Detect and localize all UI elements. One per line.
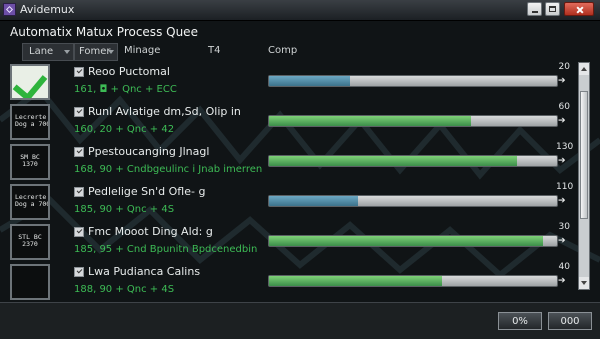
- progress-fill: [269, 276, 442, 286]
- job-percent: 40: [558, 262, 570, 272]
- job-thumbnail: STL BC 2370: [10, 224, 50, 260]
- expand-arrow-icon[interactable]: ➔: [558, 236, 566, 246]
- job-percent: 110: [556, 182, 574, 192]
- zero-button[interactable]: 000: [548, 312, 592, 330]
- job-row[interactable]: SM BC 1370 Ppestoucanging Jlnagl 168, 90 +…: [6, 142, 574, 184]
- job-title: Runl Avlatige dm,Sd, Olip in: [88, 105, 241, 118]
- job-meta: 188, 90 + Qnc + 4S: [74, 284, 175, 295]
- column-header-minage[interactable]: Minage: [124, 43, 160, 59]
- job-checkbox[interactable]: [74, 107, 84, 117]
- column-header-lane[interactable]: Lane: [22, 43, 74, 61]
- job-meta: 161, ◘ + Qnc + ECC: [74, 84, 177, 95]
- progress-bar: [268, 115, 558, 127]
- expand-arrow-icon[interactable]: ➔: [558, 76, 566, 86]
- job-meta: 185, 90 + Qnc + 4S: [74, 204, 175, 215]
- progress-bar: [268, 235, 558, 247]
- expand-arrow-icon[interactable]: ➔: [558, 156, 566, 166]
- expand-arrow-icon[interactable]: ➔: [558, 276, 566, 286]
- job-meta: 185, 95 + Cnd Bpunitn Bpdcenedbin: [74, 244, 258, 255]
- job-row[interactable]: Lwa Pudianca Calins 188, 90 + Qnc + 4S 40 ➔: [6, 262, 572, 304]
- expand-arrow-icon[interactable]: ➔: [558, 116, 566, 126]
- job-checkbox[interactable]: [74, 267, 84, 277]
- window-title: Avidemux: [20, 3, 75, 16]
- progress-bar: [268, 275, 558, 287]
- progress-fill: [269, 156, 517, 166]
- progress-fill: [269, 236, 543, 246]
- column-label-lane: Lane: [29, 46, 54, 57]
- thumbnail-text: STL BC 2370: [18, 233, 42, 248]
- job-percent: 30: [558, 222, 570, 232]
- job-title: Lwa Pudianca Calins: [88, 265, 201, 278]
- column-header-fomer[interactable]: Fomer: [74, 43, 118, 61]
- progress-bar: [268, 155, 558, 167]
- job-percent: 20: [558, 62, 570, 72]
- job-thumbnail: Lecrerte Dog a 700: [10, 184, 50, 220]
- percent-button[interactable]: 0%: [498, 312, 542, 330]
- scroll-down-icon[interactable]: [579, 277, 589, 289]
- job-meta: 160, 20 + Qnc + 42: [74, 124, 175, 135]
- job-row[interactable]: Lecrerte Dog a 700 Runl Avlatige dm,Sd, O…: [6, 102, 572, 144]
- scroll-up-icon[interactable]: [579, 63, 589, 75]
- job-percent: 130: [556, 142, 574, 152]
- chevron-down-icon: [108, 50, 114, 54]
- job-row[interactable]: Reoo Puctomal 161, ◘ + Qnc + ECC 20 ➔: [6, 62, 572, 104]
- column-header-comp[interactable]: Comp: [268, 43, 297, 59]
- vertical-scrollbar[interactable]: [578, 62, 590, 290]
- title-bar: Avidemux: [0, 0, 600, 21]
- job-checkbox[interactable]: [74, 67, 84, 77]
- job-checkbox[interactable]: [74, 147, 84, 157]
- maximize-button[interactable]: [545, 2, 560, 16]
- job-row[interactable]: STL BC 2370 Fmc Mooot Ding Ald: g 185, 95 …: [6, 222, 572, 264]
- progress-bar: [268, 75, 558, 87]
- minimize-button[interactable]: [527, 2, 542, 16]
- job-title: Fmc Mooot Ding Ald: g: [88, 225, 213, 238]
- job-title: Reoo Puctomal: [88, 65, 170, 78]
- app-logo-icon: [3, 3, 16, 16]
- job-thumbnail: SM BC 1370: [10, 144, 50, 180]
- job-title: Pedlelige Sn'd Ofle- g: [88, 185, 206, 198]
- page-title: Automatix Matux Process Quee: [10, 25, 198, 39]
- job-percent: 60: [558, 102, 570, 112]
- job-checkbox[interactable]: [74, 227, 84, 237]
- expand-arrow-icon[interactable]: ➔: [558, 196, 566, 206]
- column-header-t4[interactable]: T4: [208, 43, 220, 59]
- job-checkbox[interactable]: [74, 187, 84, 197]
- checkmark-icon: [12, 66, 48, 98]
- progress-fill: [269, 76, 350, 86]
- chevron-down-icon: [64, 50, 70, 54]
- job-thumbnail: [10, 64, 50, 100]
- progress-fill: [269, 116, 471, 126]
- progress-bar: [268, 195, 558, 207]
- column-label-fomer: Fomer: [79, 46, 111, 57]
- job-title: Ppestoucanging Jlnagl: [88, 145, 210, 158]
- thumbnail-text: SM BC 1370: [20, 153, 40, 168]
- job-thumbnail: [10, 264, 50, 300]
- close-button[interactable]: [564, 2, 594, 16]
- thumbnail-text: Lecrerte Dog a 700: [15, 113, 50, 128]
- job-meta: 168, 90 + Cndbgeulinc i Jnab imerren: [74, 164, 263, 175]
- scroll-thumb[interactable]: [580, 91, 588, 219]
- thumbnail-text: Lecrerte Dog a 700: [15, 193, 50, 208]
- job-row[interactable]: Lecrerte Dog a 700 Pedlelige Sn'd Ofle- g…: [6, 182, 574, 224]
- progress-fill: [269, 196, 359, 206]
- job-thumbnail: Lecrerte Dog a 700: [10, 104, 50, 140]
